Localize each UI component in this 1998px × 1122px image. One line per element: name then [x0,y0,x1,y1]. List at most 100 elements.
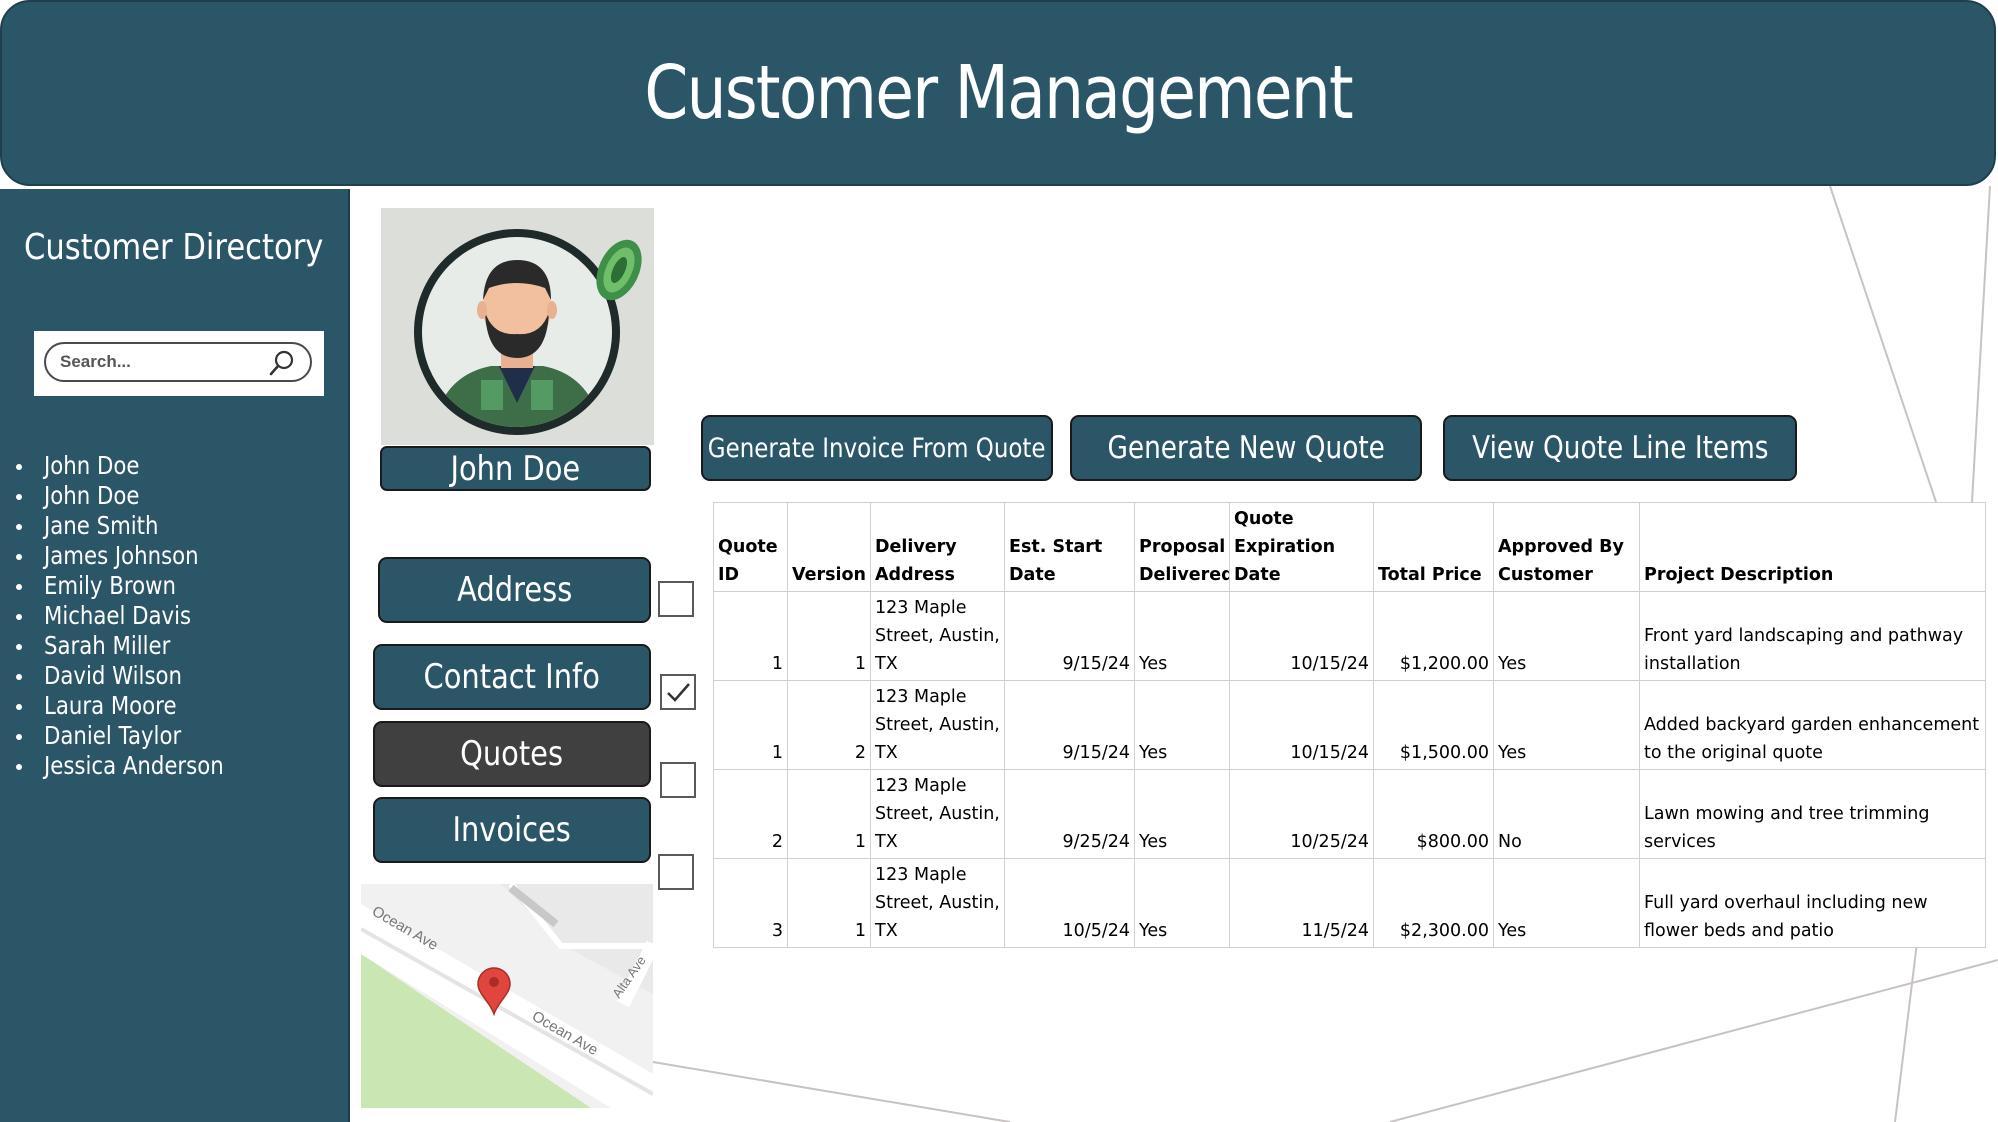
column-header[interactable]: Quote ID [713,502,788,592]
checkmark-icon [667,683,690,702]
table-cell: 123 Maple Street, Austin, TX [870,680,1005,770]
table-cell: $1,200.00 [1373,591,1494,681]
table-cell: 2 [787,680,871,770]
table-cell: 9/25/24 [1004,769,1135,859]
column-header[interactable]: Est. Start Date [1004,502,1135,592]
customer-name-label: Michael Davis [44,601,192,630]
address-checkbox[interactable] [658,581,694,617]
search-icon[interactable] [268,349,296,377]
customer-name-plate: John Doe [380,446,651,491]
column-header[interactable]: Total Price [1373,502,1494,592]
customer-name-label: Jessica Anderson [44,751,224,780]
table-cell: 1 [787,858,871,948]
customer-list-item[interactable]: David Wilson [14,661,255,691]
customer-list-item[interactable]: Michael Davis [14,601,255,631]
table-cell: Yes [1134,680,1230,770]
invoices-checkbox[interactable] [658,854,694,890]
table-cell: 1 [787,591,871,681]
customer-name: John Doe [450,448,581,489]
column-header[interactable]: Approved By Customer [1493,502,1640,592]
table-cell: Front yard landscaping and pathway insta… [1639,591,1986,681]
customer-name-label: James Johnson [44,541,199,570]
column-header[interactable]: Delivery Address [870,502,1005,592]
table-cell: 1 [713,680,788,770]
customer-list-item[interactable]: James Johnson [14,541,255,571]
customer-name-label: Emily Brown [44,571,176,600]
table-row[interactable]: 2 1 123 Maple Street, Austin, TX 9/25/24 Yes… [713,769,1986,859]
address-button[interactable]: Address [378,557,651,623]
table-cell: 3 [713,858,788,948]
app-header: Customer Management [0,0,1996,186]
table-cell: 1 [787,769,871,859]
customer-list-item[interactable]: John Doe [14,451,255,481]
customer-list-item[interactable]: Sarah Miller [14,631,255,661]
table-row[interactable]: 1 2 123 Maple Street, Austin, TX 9/15/24 Yes… [713,680,1986,770]
table-cell: Yes [1134,858,1230,948]
search-input[interactable] [60,350,260,374]
table-cell: Yes [1134,591,1230,681]
table-cell: Lawn mowing and tree trimming services [1639,769,1986,859]
table-cell: 123 Maple Street, Austin, TX [870,858,1005,948]
contact-info-button[interactable]: Contact Info [373,644,651,710]
customer-list-item[interactable]: John Doe [14,481,255,511]
customer-list-item[interactable]: Daniel Taylor [14,721,255,751]
customer-name-label: Laura Moore [44,691,177,720]
customer-directory-sidebar: Customer Directory John DoeJohn DoeJane … [0,189,350,1122]
avatar-illustration [381,208,654,445]
customer-list: John Doe John Doe Jane Smith James Johnson E… [14,451,255,781]
table-row[interactable]: 3 1 123 Maple Street, Austin, TX 10/5/24 Yes… [713,858,1986,948]
generate-invoice-button[interactable]: Generate Invoice From Quote [701,415,1053,481]
table-cell: Yes [1493,680,1640,770]
view-quote-line-items-button[interactable]: View Quote Line Items [1443,415,1797,481]
table-cell: 9/15/24 [1004,591,1135,681]
table-cell: 123 Maple Street, Austin, TX [870,769,1005,859]
table-header-row: Quote ID Version Delivery Address Est. Star… [713,502,1986,592]
table-cell: No [1493,769,1640,859]
sidebar-title: Customer Directory [24,227,324,268]
map-graphic: Ocean Ave Ocean Ave Alta Ave [361,884,653,1108]
table-cell: 9/15/24 [1004,680,1135,770]
customer-name-label: Sarah Miller [44,631,171,660]
page-title: Customer Management [644,50,1353,136]
quotes-button[interactable]: Quotes [373,721,651,787]
table-cell: 10/15/24 [1229,591,1374,681]
table-cell: Full yard overhaul including new flower … [1639,858,1986,948]
customer-name-label: John Doe [44,451,140,480]
generate-new-quote-button[interactable]: Generate New Quote [1070,415,1422,481]
table-body: 1 1 123 Maple Street, Austin, TX 9/15/24 Yes… [713,591,1986,948]
table-cell: 10/15/24 [1229,680,1374,770]
table-cell: 11/5/24 [1229,858,1374,948]
customer-list-item[interactable]: Jane Smith [14,511,255,541]
table-cell: Yes [1134,769,1230,859]
table-row[interactable]: 1 1 123 Maple Street, Austin, TX 9/15/24 Yes… [713,591,1986,681]
column-header[interactable]: Proposal Delivered [1134,502,1230,592]
location-map[interactable]: Ocean Ave Ocean Ave Alta Ave [361,884,653,1108]
customer-list-item[interactable]: Laura Moore [14,691,255,721]
table-cell: 10/25/24 [1229,769,1374,859]
column-header[interactable]: Version [787,502,871,592]
customer-avatar [381,208,654,445]
quotes-table: Quote ID Version Delivery Address Est. Star… [713,502,1986,948]
contact-info-checkbox[interactable] [660,674,696,710]
table-cell: $1,500.00 [1373,680,1494,770]
customer-name-label: Jane Smith [44,511,159,540]
column-header[interactable]: Project Description [1639,502,1986,592]
invoices-button[interactable]: Invoices [373,797,651,863]
table-cell: $800.00 [1373,769,1494,859]
search-container [34,331,324,396]
table-cell: 123 Maple Street, Austin, TX [870,591,1005,681]
table-cell: 10/5/24 [1004,858,1135,948]
customer-name-label: John Doe [44,481,140,510]
quotes-checkbox[interactable] [660,762,696,798]
table-cell: Added backyard garden enhancement to the… [1639,680,1986,770]
search-box [44,342,312,382]
table-cell: Yes [1493,858,1640,948]
customer-name-label: David Wilson [44,661,183,690]
table-cell: Yes [1493,591,1640,681]
customer-list-item[interactable]: Jessica Anderson [14,751,255,781]
table-cell: 2 [713,769,788,859]
customer-name-label: Daniel Taylor [44,721,182,750]
customer-list-item[interactable]: Emily Brown [14,571,255,601]
column-header[interactable]: Quote Expiration Date [1229,502,1374,592]
table-cell: 1 [713,591,788,681]
